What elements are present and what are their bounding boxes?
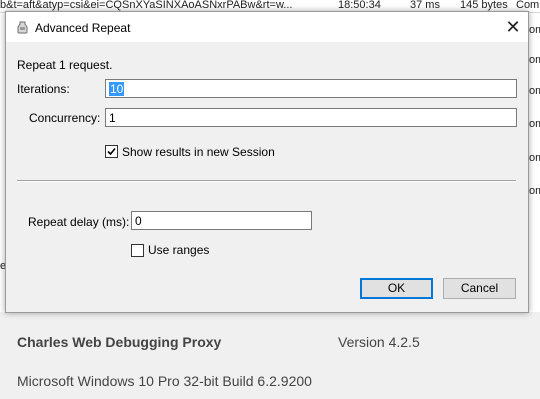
show-results-label[interactable]: Show results in new Session: [122, 145, 275, 159]
checkmark-icon: [107, 147, 116, 156]
dialog-titlebar[interactable]: Advanced Repeat ✕: [6, 12, 528, 42]
ok-button[interactable]: OK: [360, 278, 433, 299]
request-time: 18:50:34: [338, 0, 381, 11]
show-results-checkbox[interactable]: [105, 145, 118, 158]
concurrency-input[interactable]: 1: [105, 108, 517, 127]
close-button[interactable]: ✕: [498, 12, 528, 42]
advanced-repeat-dialog: Advanced Repeat ✕ Repeat 1 request. Iter…: [5, 11, 529, 313]
about-footer: Charles Web Debugging Proxy Version 4.2.…: [0, 312, 540, 399]
right-fragment: om: [529, 54, 540, 66]
repeat-delay-input[interactable]: 0: [131, 211, 312, 230]
right-fragment: om: [529, 24, 540, 36]
iterations-label: Iterations:: [17, 82, 70, 96]
iterations-input[interactable]: 10: [105, 79, 517, 98]
right-fragment: om: [529, 118, 540, 130]
os-info: Microsoft Windows 10 Pro 32-bit Build 6.…: [17, 373, 312, 389]
request-size: 145 bytes: [460, 0, 508, 11]
right-fragment: om: [529, 152, 540, 164]
request-url-fragment: b&t=aft&atyp=csi&ei=CQSnXYaSINXAoASNxrPA…: [0, 0, 293, 11]
charles-jug-icon: [17, 21, 28, 34]
use-ranges-checkbox[interactable]: [131, 244, 144, 257]
cancel-button[interactable]: Cancel: [443, 278, 516, 299]
right-fragment: om: [529, 185, 540, 197]
request-status: Com: [516, 0, 540, 11]
request-duration: 37 ms: [410, 0, 440, 11]
dialog-title: Advanced Repeat: [35, 21, 131, 35]
product-name: Charles Web Debugging Proxy: [17, 334, 222, 350]
right-fragment: om: [529, 85, 540, 97]
iterations-value: 10: [109, 82, 125, 96]
repeat-summary: Repeat 1 request.: [17, 58, 113, 72]
repeat-delay-label: Repeat delay (ms):: [28, 215, 130, 229]
product-version: Version 4.2.5: [338, 334, 420, 350]
use-ranges-label[interactable]: Use ranges: [148, 243, 209, 257]
close-icon: ✕: [505, 17, 521, 37]
section-divider: [17, 180, 516, 182]
concurrency-label: Concurrency:: [29, 111, 101, 125]
